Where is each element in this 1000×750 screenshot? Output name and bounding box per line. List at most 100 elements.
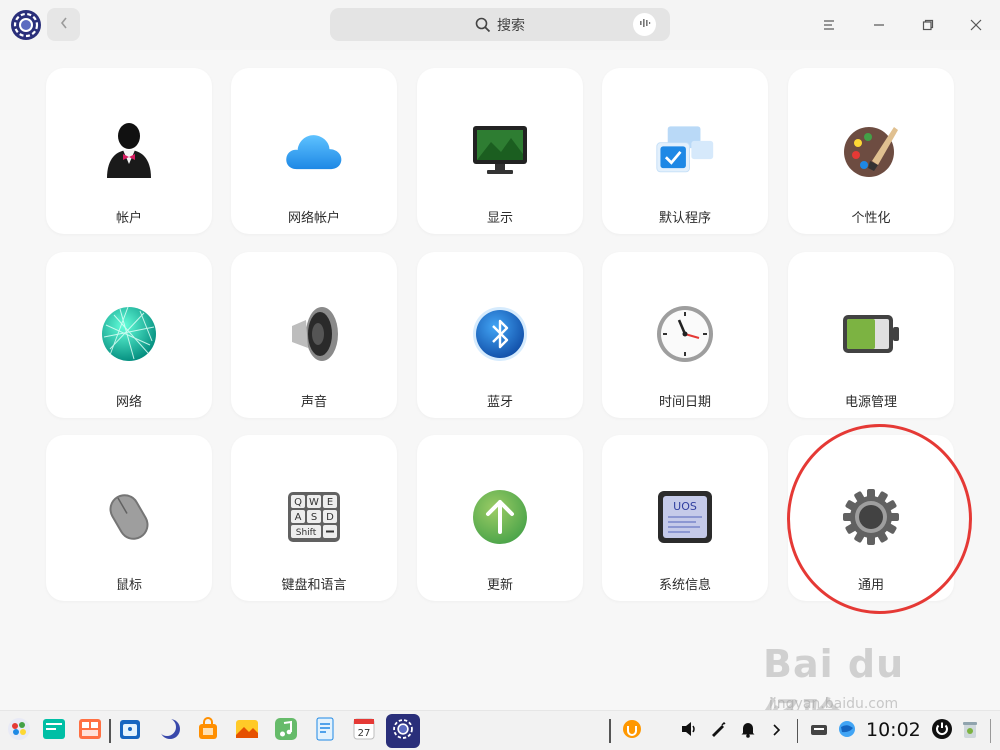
volume-icon [680, 720, 698, 742]
globe-icon [837, 719, 857, 743]
app-store-button[interactable] [193, 716, 223, 746]
close-button[interactable] [961, 10, 991, 40]
tile-label: 声音 [300, 395, 327, 410]
launcher-button[interactable] [4, 716, 34, 746]
clock-icon [655, 304, 715, 364]
tile-bluetooth[interactable]: 蓝牙 [417, 252, 583, 418]
tile-label: 网络 [115, 395, 142, 410]
tile-power[interactable]: 电源管理 [788, 252, 954, 418]
minimize-button[interactable] [864, 10, 894, 40]
desktop-button[interactable] [75, 716, 105, 746]
uos-text: UOS [673, 500, 697, 513]
music-button[interactable] [271, 716, 301, 746]
orange-app-icon [622, 719, 642, 743]
tile-label: 网络帐户 [287, 211, 340, 226]
hamburger-menu-icon [823, 16, 835, 35]
title-bar: 搜索 [0, 0, 1000, 50]
tile-general[interactable]: 通用 [788, 435, 954, 601]
search-input[interactable]: 搜索 [330, 8, 670, 41]
system-info-icon: UOS [655, 487, 715, 547]
volume-button[interactable] [674, 716, 704, 746]
calendar-button[interactable]: 27 [349, 716, 379, 746]
photo-icon [235, 717, 259, 745]
close-icon [970, 16, 982, 35]
power-button[interactable] [927, 716, 957, 746]
display-icon [470, 120, 530, 180]
search-placeholder: 搜索 [497, 17, 525, 34]
trash-button[interactable] [955, 716, 985, 746]
file-manager-button[interactable] [115, 716, 145, 746]
tile-cloud-account[interactable]: 网络帐户 [231, 68, 397, 234]
tile-label: 默认程序 [658, 211, 711, 226]
tile-display[interactable]: 显示 [417, 68, 583, 234]
tray-expand-button[interactable] [762, 716, 792, 746]
control-center-button[interactable] [386, 714, 420, 748]
bell-icon [739, 720, 757, 742]
key-e: E [327, 497, 333, 508]
battery-icon [841, 304, 901, 364]
control-center-logo-icon [10, 9, 42, 41]
keyboard-layout-button[interactable] [804, 716, 834, 746]
tile-label: 显示 [486, 211, 513, 226]
tile-label: 个性化 [851, 211, 891, 226]
tile-update[interactable]: 更新 [417, 435, 583, 601]
tile-label: 帐户 [115, 211, 142, 226]
maximize-button[interactable] [913, 10, 943, 40]
calendar-icon: 27 [352, 717, 376, 745]
tile-keyboard-language[interactable]: Q W E A S D Shift 键盘和语言 [231, 435, 397, 601]
tray-app-button[interactable] [617, 716, 647, 746]
network-tray-button[interactable] [832, 716, 862, 746]
show-desktop-edge[interactable] [990, 719, 991, 743]
grid-app-icon [78, 717, 102, 745]
pen-button[interactable] [703, 716, 733, 746]
tile-system-info[interactable]: UOS 系统信息 [602, 435, 768, 601]
cloud-icon [284, 120, 344, 180]
document-viewer-button[interactable] [310, 716, 340, 746]
settings-app-icon [390, 716, 416, 746]
search-icon [475, 17, 491, 33]
key-w: W [309, 497, 319, 508]
image-viewer-button[interactable] [232, 716, 262, 746]
voice-wave-icon [639, 17, 651, 33]
tile-mouse[interactable]: 鼠标 [46, 435, 212, 601]
tile-default-apps[interactable]: 默认程序 [602, 68, 768, 234]
tile-label: 鼠标 [115, 578, 142, 593]
tile-label: 键盘和语言 [281, 578, 347, 593]
notification-button[interactable] [733, 716, 763, 746]
key-shift: Shift [296, 528, 317, 538]
calendar-day: 27 [358, 728, 371, 739]
tile-network[interactable]: 网络 [46, 252, 212, 418]
tile-label: 系统信息 [658, 578, 711, 593]
dock-separator [109, 719, 111, 743]
update-icon [470, 487, 530, 547]
speaker-icon [284, 304, 344, 364]
tray-separator [609, 719, 611, 743]
browser-button[interactable] [155, 716, 185, 746]
trash-icon [961, 719, 979, 743]
menu-button[interactable] [814, 10, 844, 40]
palette-icon [841, 120, 901, 180]
multitask-button[interactable] [39, 716, 69, 746]
tile-sound[interactable]: 声音 [231, 252, 397, 418]
multitask-icon [42, 717, 66, 745]
taskbar-dock: 27 10:02 [0, 710, 1000, 750]
folder-icon [118, 717, 142, 745]
keyboard-tray-icon [810, 722, 828, 741]
tray-separator-2 [797, 719, 798, 743]
minimize-icon [873, 16, 885, 35]
tile-label: 蓝牙 [486, 395, 513, 410]
default-apps-icon [655, 120, 715, 180]
tile-label: 通用 [857, 578, 884, 593]
tile-date-time[interactable]: 时间日期 [602, 252, 768, 418]
shopping-bag-icon [196, 717, 220, 745]
key-d: D [326, 512, 334, 523]
voice-search-button[interactable] [633, 13, 656, 36]
tile-personalization[interactable]: 个性化 [788, 68, 954, 234]
tile-label: 电源管理 [844, 395, 897, 410]
gear-icon [841, 487, 901, 547]
back-button[interactable] [47, 8, 80, 41]
tile-account[interactable]: 帐户 [46, 68, 212, 234]
account-icon [99, 120, 159, 180]
music-note-icon [274, 717, 298, 745]
clock-time: 10:02 [866, 719, 921, 741]
